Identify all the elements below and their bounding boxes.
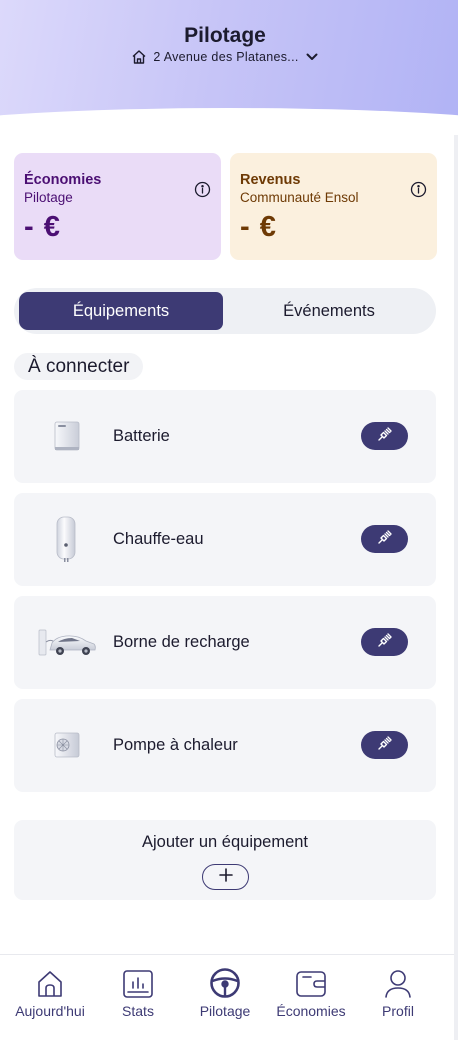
plug-icon [376,734,394,757]
tab-evenements[interactable]: Événements [225,292,433,330]
plug-icon [376,425,394,448]
nav-label: Pilotage [199,1003,251,1019]
heat-pump-icon [38,719,94,771]
connect-button[interactable] [361,525,408,553]
nav-item-stats[interactable]: Stats [93,967,183,1019]
info-icon[interactable] [410,181,427,203]
equipment-item-chauffe-eau[interactable]: Chauffe-eau [14,493,436,586]
chart-icon [93,967,183,999]
plug-icon [376,528,394,551]
equipment-item-borne-de-recharge[interactable]: Borne de recharge [14,596,436,689]
connect-button[interactable] [361,422,408,450]
add-equipment-button[interactable] [202,864,249,890]
equipment-label: Chauffe-eau [113,530,204,548]
wallet-icon [266,967,356,999]
scrollbar-track [454,0,458,1040]
nav-item-aujourdhui[interactable]: Aujourd'hui [5,967,95,1019]
page-title: Pilotage [184,24,266,47]
economies-card-title: Économies [24,172,102,188]
equipment-label: Borne de recharge [113,633,250,651]
nav-item-economies[interactable]: Économies [266,967,356,1019]
tab-switcher: Équipements Événements [14,288,436,334]
water-heater-icon [38,513,94,565]
nav-item-pilotage[interactable]: Pilotage [180,967,270,1019]
revenus-card-subtitle: Communauté Ensol [240,190,359,205]
user-icon [353,967,443,999]
address-selector[interactable]: 2 Avenue des Platanes... [0,49,450,65]
equipment-label: Batterie [113,427,170,445]
chevron-down-icon [305,50,319,64]
steering-wheel-icon [180,967,270,999]
connect-button[interactable] [361,628,408,656]
nav-label: Aujourd'hui [15,1003,85,1019]
economies-card-value: - € [24,211,61,243]
info-icon[interactable] [194,181,211,203]
equipment-item-pompe-a-chaleur[interactable]: Pompe à chaleur [14,699,436,792]
address-label: 2 Avenue des Platanes... [153,50,299,64]
connect-button[interactable] [361,731,408,759]
plug-icon [376,631,394,654]
nav-label: Profil [382,1003,414,1019]
add-equipment-label: Ajouter un équipement [141,833,309,851]
battery-icon [38,410,94,462]
home-icon [5,967,95,999]
header: Pilotage 2 Avenue des Platanes... [0,0,458,135]
nav-label: Stats [122,1003,154,1019]
nav-label: Économies [276,1003,346,1019]
revenus-card[interactable]: Revenus Communauté Ensol - € [230,153,437,260]
bottom-nav: Aujourd'hui Stats Pilotage Économies Pro… [0,954,454,1040]
home-icon [131,49,147,65]
nav-item-profil[interactable]: Profil [353,967,443,1019]
equipment-label: Pompe à chaleur [113,736,238,754]
header-curve [0,108,458,135]
ev-charger-icon [36,616,98,668]
plus-icon [218,867,233,887]
section-label: À connecter [14,353,144,380]
economies-card-subtitle: Pilotage [24,190,73,205]
equipment-item-batterie[interactable]: Batterie [14,390,436,483]
revenus-card-title: Revenus [240,172,301,188]
revenus-card-value: - € [240,211,277,243]
tab-equipements[interactable]: Équipements [19,292,223,330]
economies-card[interactable]: Économies Pilotage - € [14,153,221,260]
add-equipment-card: Ajouter un équipement [14,820,436,900]
